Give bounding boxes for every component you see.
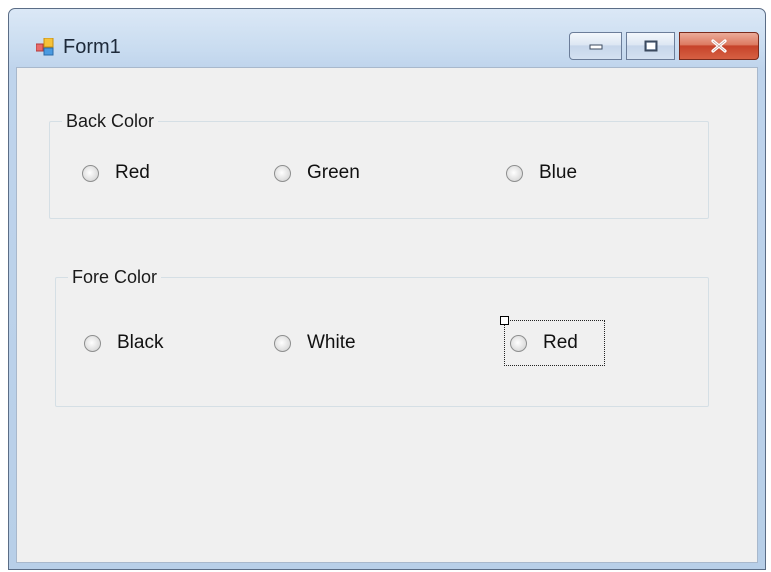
back-color-label: Back Color bbox=[66, 111, 155, 131]
form-window: Form1 Back Color Red Green Blue Fore Col… bbox=[8, 8, 766, 570]
back-color-green-radio[interactable]: Green bbox=[274, 158, 360, 188]
close-button[interactable] bbox=[679, 32, 759, 60]
form-icon bbox=[36, 38, 54, 56]
minimize-button[interactable] bbox=[569, 32, 622, 60]
fore-color-label: Fore Color bbox=[72, 267, 158, 287]
radio-circle-icon bbox=[84, 334, 101, 352]
radio-label: Blue bbox=[539, 162, 578, 183]
maximize-button[interactable] bbox=[626, 32, 675, 60]
radio-label: White bbox=[307, 332, 356, 353]
radio-circle-icon bbox=[82, 164, 99, 182]
back-color-groupbox: Back Color Red Green Blue bbox=[49, 111, 709, 219]
form-client-area: Back Color Red Green Blue Fore Color Bla… bbox=[16, 67, 758, 563]
radio-label: Red bbox=[543, 332, 578, 353]
radio-circle-icon bbox=[274, 164, 291, 182]
radio-label: Red bbox=[115, 162, 150, 183]
radio-circle-icon bbox=[510, 334, 527, 352]
back-color-red-radio[interactable]: Red bbox=[82, 158, 150, 188]
fore-color-groupbox: Fore Color Black White Red bbox=[55, 267, 709, 407]
maximize-icon bbox=[644, 40, 657, 52]
radio-label: Black bbox=[117, 332, 164, 353]
radio-circle-icon bbox=[506, 164, 523, 182]
fore-color-black-radio[interactable]: Black bbox=[84, 328, 163, 358]
radio-circle-icon bbox=[274, 334, 291, 352]
back-color-blue-radio[interactable]: Blue bbox=[506, 158, 577, 188]
fore-color-white-radio[interactable]: White bbox=[274, 328, 356, 358]
minimize-icon bbox=[589, 44, 602, 50]
fore-color-red-radio[interactable]: Red bbox=[510, 328, 578, 358]
title-bar[interactable]: Form1 bbox=[9, 9, 765, 67]
radio-label: Green bbox=[307, 162, 360, 183]
window-title: Form1 bbox=[63, 36, 121, 58]
close-icon bbox=[711, 39, 727, 53]
resize-handle[interactable] bbox=[500, 316, 509, 325]
